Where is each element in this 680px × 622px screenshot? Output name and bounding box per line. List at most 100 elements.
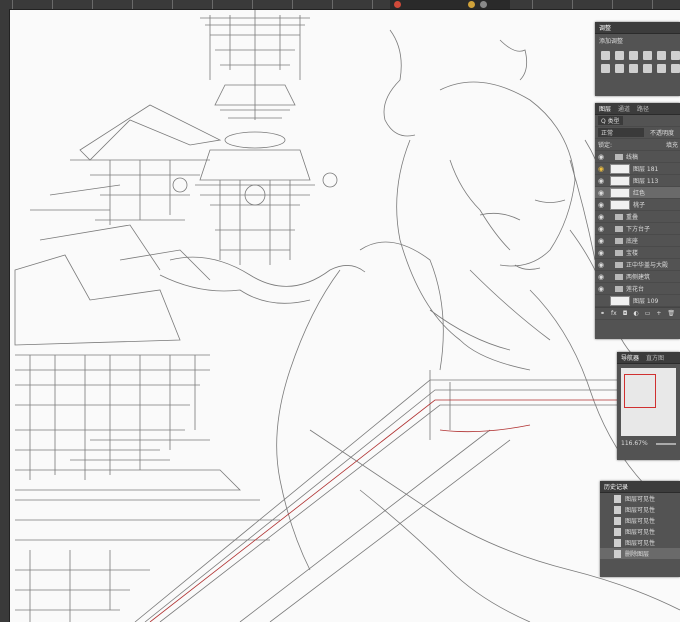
folder-icon <box>615 213 623 220</box>
history-step-icon <box>614 527 621 536</box>
eye-icon[interactable]: ◉ <box>595 213 607 221</box>
layer-row[interactable]: ◉ 图层 113 <box>595 175 680 187</box>
layer-label: 底座 <box>626 238 639 245</box>
adjustment-icon[interactable] <box>657 64 666 73</box>
layer-row[interactable]: ◉ 底座 <box>595 235 680 247</box>
adjustment-icon[interactable] <box>671 51 680 60</box>
navigator-view-box[interactable] <box>624 374 656 408</box>
tab-layers[interactable]: 图层 <box>599 104 611 113</box>
ruler-tick <box>12 0 13 9</box>
tab-channels[interactable]: 通道 <box>618 104 630 113</box>
adjustment-icons <box>595 47 680 77</box>
layer-row[interactable]: ◉ 红色 <box>595 187 680 199</box>
eye-icon[interactable]: ◉ <box>595 153 607 161</box>
folder-icon <box>615 249 623 256</box>
ruler-tick <box>612 0 613 9</box>
history-step-icon <box>614 538 621 547</box>
top-ruler <box>0 0 680 10</box>
adjustment-icon[interactable] <box>601 64 610 73</box>
tab-history[interactable]: 历史记录 <box>604 482 628 491</box>
tab-histogram[interactable]: 直方图 <box>646 353 664 362</box>
layer-thumbnail <box>610 175 630 186</box>
layer-row[interactable]: ◉ 线稿 <box>595 151 680 163</box>
layer-row[interactable]: ◉ 桃子 <box>595 199 680 211</box>
zoom-slider[interactable] <box>655 442 676 445</box>
history-step-icon <box>614 505 621 514</box>
layer-row[interactable]: ◉ 两侧建筑 <box>595 271 680 283</box>
history-item[interactable]: 图层可见性 <box>600 493 680 504</box>
ruler-tick <box>372 0 373 9</box>
history-item[interactable]: 图层可见性 <box>600 515 680 526</box>
layer-row[interactable]: ◉ 宝楼 <box>595 247 680 259</box>
adjustment-icon[interactable] <box>657 51 666 60</box>
adjustments-subtitle: 添加调整 <box>599 38 624 45</box>
adjustment-icon[interactable] <box>615 51 624 60</box>
window-title-bar <box>390 0 510 9</box>
maximize-icon[interactable] <box>480 1 487 8</box>
adjustment-icon[interactable] <box>671 64 680 73</box>
layers-panel: 图层 通道 路径 Q 类型 正常 不透明度 锁定: 填充 ◉ 线稿 ◉ 图层 181 ◉… <box>595 103 680 339</box>
layer-row[interactable]: ◉ 重叠 <box>595 211 680 223</box>
fx-icon[interactable]: fx <box>611 310 617 317</box>
fill-label: 填充 <box>665 142 678 149</box>
adjustment-icon[interactable] <box>601 51 610 60</box>
left-ruler <box>0 9 10 622</box>
layer-thumbnail <box>610 295 630 306</box>
eye-icon[interactable]: ◉ <box>595 261 607 269</box>
history-step-icon <box>614 549 621 558</box>
layer-row[interactable]: 图层 109 <box>595 295 680 307</box>
blend-mode-select[interactable]: 正常 <box>598 128 644 137</box>
eye-icon[interactable]: ◉ <box>595 249 607 257</box>
layer-row[interactable]: ◉ 莲花台 <box>595 283 680 295</box>
layer-row[interactable]: ◉ 正中华盖与大殿 <box>595 259 680 271</box>
layer-thumbnail <box>610 187 630 198</box>
layer-label: 重叠 <box>626 214 639 221</box>
history-item[interactable]: 图层可见性 <box>600 537 680 548</box>
adjustments-title: 调整 <box>599 25 612 32</box>
eye-icon[interactable]: ◉ <box>595 285 607 293</box>
layer-label: 线稿 <box>626 154 639 161</box>
ruler-tick <box>652 0 653 9</box>
adjustment-icon[interactable] <box>629 64 638 73</box>
history-item[interactable]: 图层可见性 <box>600 504 680 515</box>
adjustment-icon[interactable] <box>643 64 652 73</box>
minimize-icon[interactable] <box>468 1 475 8</box>
layer-label: 图层 181 <box>633 166 659 173</box>
eye-icon[interactable]: ◉ <box>595 273 607 281</box>
opacity-label: 不透明度 <box>650 130 675 137</box>
layer-list: ◉ 线稿 ◉ 图层 181 ◉ 图层 113 ◉ 红色 ◉ 桃子 ◉ 重叠 ◉ 下方台子 ◉ 底座 ◉ 宝楼 ◉ 正中… <box>595 151 680 307</box>
adjustment-layer-icon[interactable]: ◐ <box>633 310 638 317</box>
history-item[interactable]: 删除图层 <box>600 548 680 559</box>
layer-label: 宝楼 <box>626 250 639 257</box>
new-group-icon[interactable]: ▭ <box>645 310 651 317</box>
trash-icon[interactable]: 🗑 <box>667 310 675 317</box>
drawing-canvas[interactable] <box>10 10 680 622</box>
eye-icon[interactable]: ◉ <box>595 177 607 185</box>
close-icon[interactable] <box>394 1 401 8</box>
layer-filter-select[interactable]: Q 类型 <box>598 116 623 125</box>
eye-icon[interactable]: ◉ <box>595 237 607 245</box>
adjustment-icon[interactable] <box>615 64 624 73</box>
eye-icon[interactable]: ◉ <box>595 189 607 197</box>
adjustment-icon[interactable] <box>629 51 638 60</box>
tab-paths[interactable]: 路径 <box>637 104 649 113</box>
new-layer-icon[interactable]: + <box>656 310 661 317</box>
folder-icon <box>615 225 623 232</box>
history-label: 图层可见性 <box>625 529 656 536</box>
ruler-tick <box>132 0 133 9</box>
adjustment-icon[interactable] <box>643 51 652 60</box>
link-icon[interactable]: ⚭ <box>600 310 605 317</box>
history-item[interactable]: 图层可见性 <box>600 526 680 537</box>
eye-icon[interactable]: ◉ <box>595 165 607 173</box>
navigator-preview[interactable] <box>621 368 676 436</box>
navigator-panel: 导航器 直方图 116.67% <box>617 352 680 460</box>
tab-navigator[interactable]: 导航器 <box>621 353 639 362</box>
layer-row[interactable]: ◉ 下方台子 <box>595 223 680 235</box>
layer-row[interactable]: ◉ 图层 181 <box>595 163 680 175</box>
zoom-level[interactable]: 116.67% <box>621 440 648 447</box>
history-label: 图层可见性 <box>625 507 656 514</box>
layers-footer: ⚭ fx ◘ ◐ ▭ + 🗑 <box>595 307 680 320</box>
eye-icon[interactable]: ◉ <box>595 225 607 233</box>
eye-icon[interactable]: ◉ <box>595 201 607 209</box>
mask-icon[interactable]: ◘ <box>623 310 628 317</box>
